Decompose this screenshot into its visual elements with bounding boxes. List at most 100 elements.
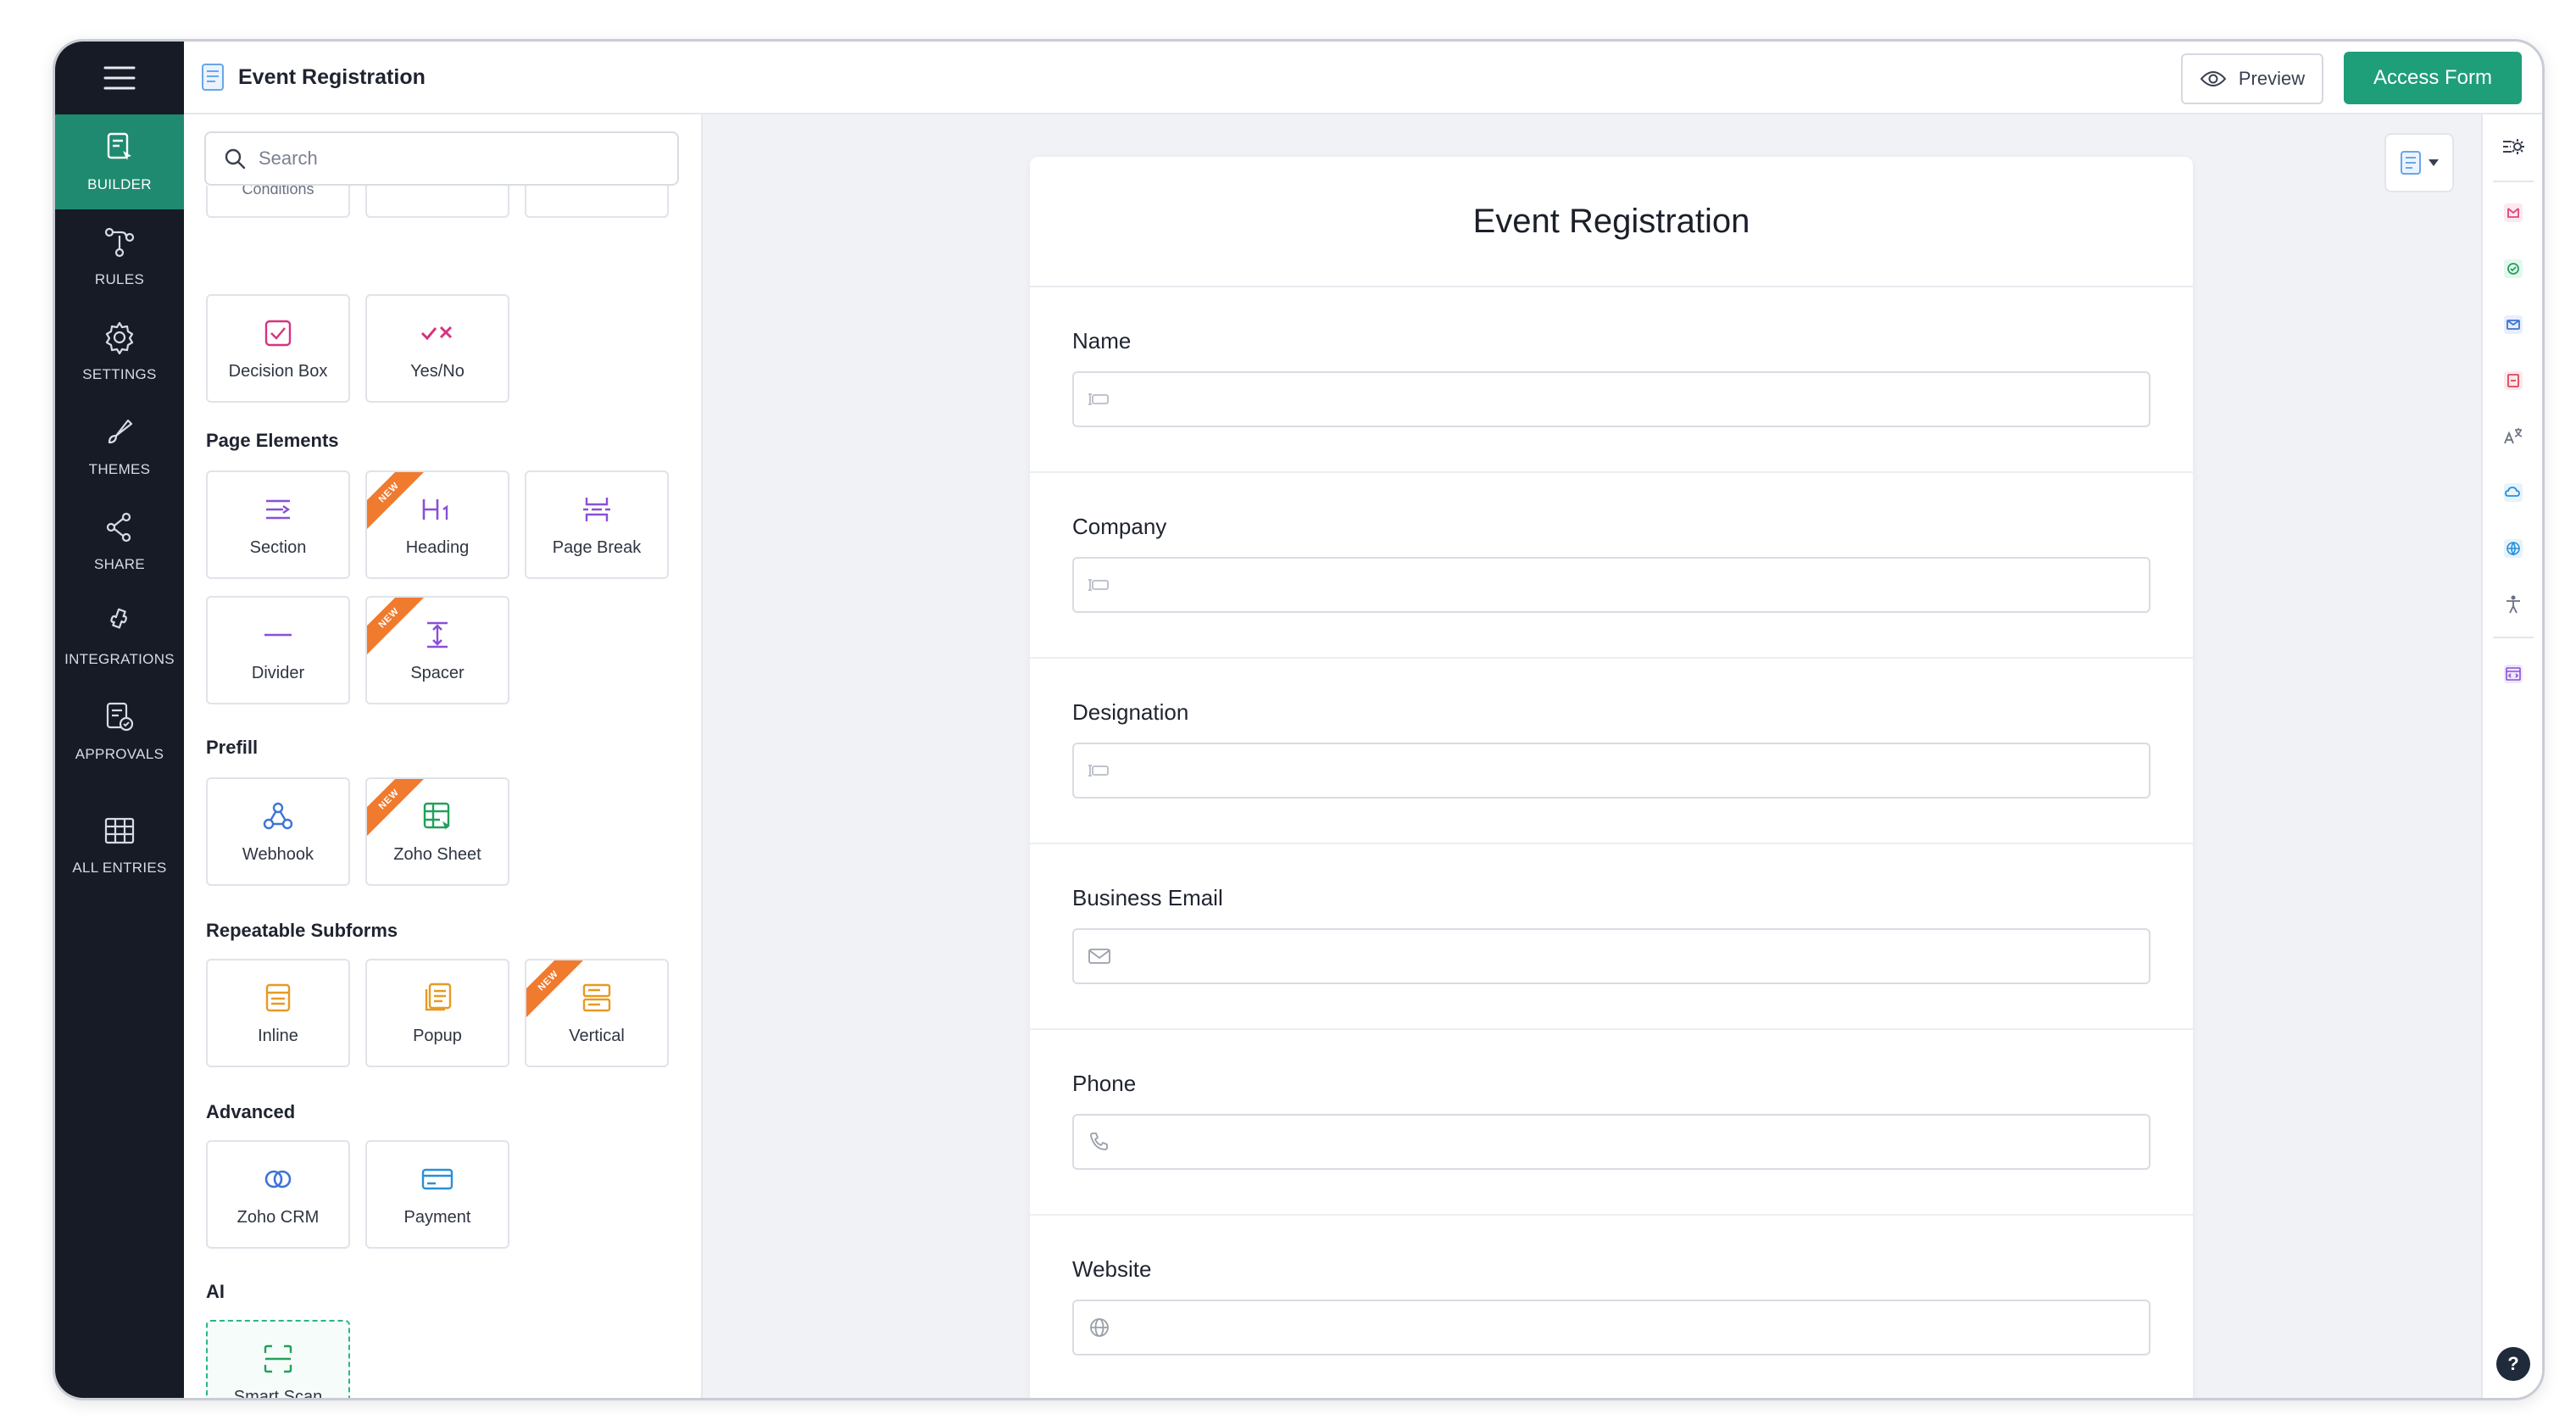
tile-label: Zoho CRM bbox=[236, 1207, 320, 1227]
web-globe-icon bbox=[2504, 539, 2523, 558]
field-label: Name bbox=[1072, 328, 1132, 353]
help-button[interactable]: ? bbox=[2496, 1347, 2530, 1381]
top-bar: Event Registration Preview Access Form bbox=[184, 42, 2542, 114]
form-doc-icon bbox=[202, 64, 224, 91]
accessibility-button[interactable] bbox=[2496, 587, 2530, 621]
field-tile-popup[interactable]: Popup bbox=[365, 959, 509, 1067]
field-tile-heading[interactable]: NEW Heading bbox=[365, 470, 509, 579]
form-title[interactable]: Event Registration bbox=[1030, 157, 2193, 287]
divider-icon bbox=[264, 633, 292, 636]
field-business-email[interactable]: Business Email bbox=[1030, 844, 2193, 1030]
field-tile-webhook[interactable]: Webhook bbox=[206, 777, 350, 886]
nav-settings[interactable]: SETTINGS bbox=[55, 304, 184, 399]
strip-separator bbox=[2493, 637, 2534, 638]
search-input[interactable]: Search bbox=[204, 131, 679, 186]
preview-button[interactable]: Preview bbox=[2181, 53, 2323, 104]
cloud-button[interactable] bbox=[2496, 476, 2530, 509]
field-label: Website bbox=[1072, 1256, 1152, 1282]
strip-separator bbox=[2493, 181, 2534, 182]
tile-label: Inline bbox=[258, 1026, 298, 1045]
nav-themes[interactable]: THEMES bbox=[55, 399, 184, 494]
field-label: Phone bbox=[1072, 1071, 1137, 1096]
tile-label: Smart Scan bbox=[233, 1387, 323, 1399]
nav-builder[interactable]: BUILDER bbox=[55, 114, 184, 209]
tile-label: Spacer bbox=[410, 663, 465, 682]
tile-label: Section bbox=[249, 537, 307, 557]
nav-share[interactable]: SHARE bbox=[55, 494, 184, 589]
nav-integrations[interactable]: INTEGRATIONS bbox=[55, 589, 184, 684]
mail-icon bbox=[1088, 949, 1110, 964]
form-properties-button[interactable] bbox=[2496, 130, 2530, 164]
yes-no-icon bbox=[420, 326, 453, 340]
designation-input[interactable] bbox=[1072, 743, 2150, 799]
field-tile-partial[interactable] bbox=[365, 186, 509, 218]
search-placeholder: Search bbox=[259, 148, 318, 169]
tile-label: Yes/No bbox=[410, 361, 465, 381]
field-tile-section[interactable]: Section bbox=[206, 470, 350, 579]
pdf-button[interactable] bbox=[2496, 364, 2530, 398]
text-field-icon bbox=[1088, 579, 1109, 591]
access-form-button[interactable]: Access Form bbox=[2344, 52, 2522, 104]
translate-button[interactable] bbox=[2496, 420, 2530, 454]
accessibility-icon bbox=[2506, 595, 2520, 614]
nav-share-label: SHARE bbox=[93, 556, 146, 572]
globe-icon bbox=[1090, 1318, 1109, 1337]
field-tile-decision-box[interactable]: Decision Box bbox=[206, 294, 350, 403]
field-tile-page-break[interactable]: Page Break bbox=[525, 470, 669, 579]
field-tile-spacer[interactable]: NEW Spacer bbox=[365, 596, 509, 704]
hamburger-icon bbox=[103, 66, 136, 90]
field-company[interactable]: Company bbox=[1030, 473, 2193, 659]
embed-code-button[interactable] bbox=[2496, 657, 2530, 691]
tile-label: Conditions bbox=[242, 186, 314, 198]
phone-icon bbox=[1090, 1133, 1108, 1150]
field-tile-smart-scan[interactable]: Smart Scan bbox=[206, 1320, 350, 1398]
group-title-page-elements: Page Elements bbox=[206, 430, 339, 451]
email-button[interactable] bbox=[2496, 308, 2530, 342]
field-tile-yes-no[interactable]: Yes/No bbox=[365, 294, 509, 403]
translate-icon bbox=[2504, 428, 2523, 444]
group-title-repeatable-subforms: Repeatable Subforms bbox=[206, 920, 398, 941]
field-tile-partial[interactable] bbox=[525, 186, 669, 218]
field-tile-zoho-crm[interactable]: Zoho CRM bbox=[206, 1140, 350, 1249]
field-tile-zoho-sheet[interactable]: NEW Zoho Sheet bbox=[365, 777, 509, 886]
nav-rules[interactable]: RULES bbox=[55, 209, 184, 304]
text-field-icon bbox=[1088, 765, 1109, 777]
nav-builder-label: BUILDER bbox=[87, 176, 152, 192]
field-tile-inline[interactable]: Inline bbox=[206, 959, 350, 1067]
field-website[interactable]: Website bbox=[1030, 1216, 2193, 1398]
menu-button[interactable] bbox=[55, 42, 184, 114]
notifications-button[interactable] bbox=[2496, 196, 2530, 230]
tile-label: Page Break bbox=[552, 537, 642, 557]
website-input[interactable] bbox=[1072, 1300, 2150, 1355]
gear-icon bbox=[105, 321, 134, 354]
table-icon bbox=[104, 817, 135, 844]
view-mode-dropdown[interactable] bbox=[2384, 133, 2454, 192]
business-email-input[interactable] bbox=[1072, 928, 2150, 984]
field-tile-divider[interactable]: Divider bbox=[206, 596, 350, 704]
company-input[interactable] bbox=[1072, 557, 2150, 613]
field-designation[interactable]: Designation bbox=[1030, 659, 2193, 844]
field-phone[interactable]: Phone bbox=[1030, 1030, 2193, 1216]
credit-card-icon bbox=[421, 1168, 453, 1189]
group-title-advanced: Advanced bbox=[206, 1101, 296, 1122]
crm-icon bbox=[264, 1170, 292, 1188]
web-button[interactable] bbox=[2496, 532, 2530, 565]
tile-label: Divider bbox=[251, 663, 305, 682]
scan-icon bbox=[264, 1344, 292, 1372]
field-tile-payment[interactable]: Payment bbox=[365, 1140, 509, 1249]
name-input[interactable] bbox=[1072, 371, 2150, 427]
field-tile-vertical[interactable]: NEW Vertical bbox=[525, 959, 669, 1067]
form-preview: Event Registration Name Company Designat… bbox=[1030, 157, 2193, 1398]
phone-input[interactable] bbox=[1072, 1114, 2150, 1170]
form-canvas: Event Registration Name Company Designat… bbox=[703, 114, 2481, 1398]
field-label: Business Email bbox=[1072, 885, 1223, 910]
field-name[interactable]: Name bbox=[1030, 287, 2193, 473]
brush-icon bbox=[108, 419, 133, 444]
nav-approvals[interactable]: APPROVALS bbox=[55, 684, 184, 779]
approvals-button[interactable] bbox=[2496, 252, 2530, 286]
field-tile-conditions[interactable]: Conditions bbox=[206, 186, 350, 218]
nav-all-entries[interactable]: ALL ENTRIES bbox=[55, 798, 184, 893]
tile-label: Webhook bbox=[242, 844, 314, 864]
vertical-subform-icon bbox=[582, 983, 611, 1011]
pdf-icon bbox=[2504, 371, 2523, 390]
